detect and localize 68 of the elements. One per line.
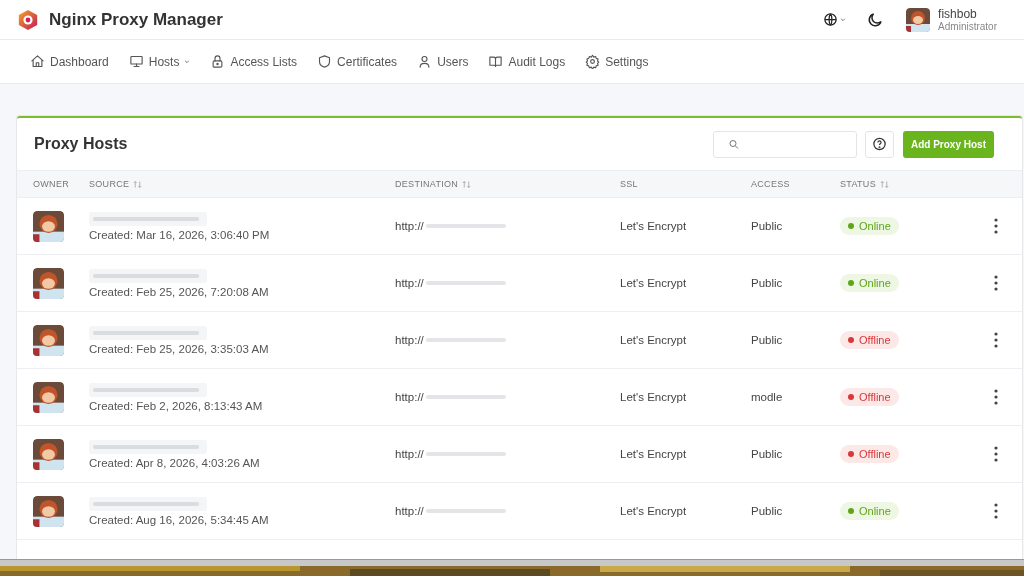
ssl-cell: Let's Encrypt	[620, 277, 687, 289]
column-header: OWNER	[33, 179, 69, 189]
created-date: Created: Apr 8, 2026, 4:03:26 AM	[89, 456, 260, 469]
user-name: fishbob	[938, 7, 978, 21]
caret-icon	[840, 16, 847, 23]
destination-scheme: http://	[395, 220, 424, 232]
status-badge: Offline	[840, 445, 899, 463]
nav-item[interactable]: Users	[437, 54, 469, 69]
destination-scheme: http://	[395, 505, 424, 517]
column-header[interactable]: SOURCE	[89, 179, 130, 189]
destination-scheme: http://	[395, 334, 424, 346]
more-menu-icon[interactable]	[992, 389, 1000, 405]
ssl-cell: Let's Encrypt	[620, 220, 687, 232]
language-button[interactable]	[823, 12, 847, 27]
created-date: Created: Feb 25, 2026, 7:20:08 AM	[89, 285, 269, 298]
access-cell: Public	[751, 334, 783, 346]
user-role: Administrator	[938, 21, 997, 32]
help-button[interactable]	[865, 130, 894, 158]
access-cell: modle	[751, 391, 783, 403]
status-badge: Online	[840, 502, 899, 520]
created-date: Created: Aug 16, 2026, 5:34:45 AM	[89, 513, 269, 526]
column-header[interactable]: DESTINATION	[395, 179, 459, 189]
destination-scheme: http://	[395, 448, 424, 460]
more-menu-icon[interactable]	[992, 446, 1000, 462]
globe-icon	[823, 12, 839, 27]
ssl-cell: Let's Encrypt	[620, 505, 687, 517]
status-badge: Offline	[840, 331, 899, 349]
nav-item[interactable]: Dashboard	[50, 54, 109, 69]
home-icon[interactable]	[30, 54, 45, 69]
ssl-cell: Let's Encrypt	[620, 391, 687, 403]
more-menu-icon[interactable]	[992, 503, 1000, 519]
status-badge: Online	[840, 274, 899, 292]
search-icon	[728, 137, 740, 151]
nav-item[interactable]: Settings	[605, 54, 649, 69]
search-field[interactable]	[713, 130, 857, 158]
horizontal-scrollbar[interactable]	[0, 559, 1024, 566]
ssl-cell: Let's Encrypt	[620, 334, 687, 346]
nav-item[interactable]: Certificates	[337, 54, 398, 69]
created-date: Created: Feb 25, 2026, 3:35:03 AM	[89, 342, 269, 355]
monitor-icon[interactable]	[128, 54, 144, 69]
status-badge: Offline	[840, 388, 899, 406]
column-header: ACCESS	[751, 179, 790, 189]
more-menu-icon[interactable]	[992, 218, 1000, 234]
nav-item[interactable]: Audit Logs	[508, 54, 566, 69]
access-cell: Public	[751, 505, 783, 517]
access-cell: Public	[751, 277, 783, 289]
logo-icon	[17, 8, 39, 31]
column-header[interactable]: STATUS	[840, 179, 876, 189]
status-badge: Online	[840, 217, 899, 235]
question-icon	[872, 136, 887, 152]
settings-icon[interactable]	[585, 54, 601, 69]
created-date: Created: Feb 2, 2026, 8:13:43 AM	[89, 399, 263, 412]
more-menu-icon[interactable]	[992, 332, 1000, 348]
card-title: Proxy Hosts	[34, 135, 128, 153]
destination-scheme: http://	[395, 277, 424, 289]
nav-item[interactable]: Access Lists	[230, 54, 298, 69]
access-cell: Public	[751, 220, 783, 232]
access-cell: Public	[751, 448, 783, 460]
book-icon[interactable]	[488, 54, 504, 69]
nav-item[interactable]: Hosts	[148, 54, 180, 69]
shield-icon[interactable]	[317, 54, 333, 69]
created-date: Created: Mar 16, 2026, 3:06:40 PM	[89, 228, 270, 241]
column-header: SSL	[620, 179, 638, 189]
app-title: Nginx Proxy Manager	[49, 9, 223, 30]
more-menu-icon[interactable]	[992, 275, 1000, 291]
lock-icon[interactable]	[210, 54, 226, 69]
destination-scheme: http://	[395, 391, 424, 403]
ssl-cell: Let's Encrypt	[620, 448, 687, 460]
